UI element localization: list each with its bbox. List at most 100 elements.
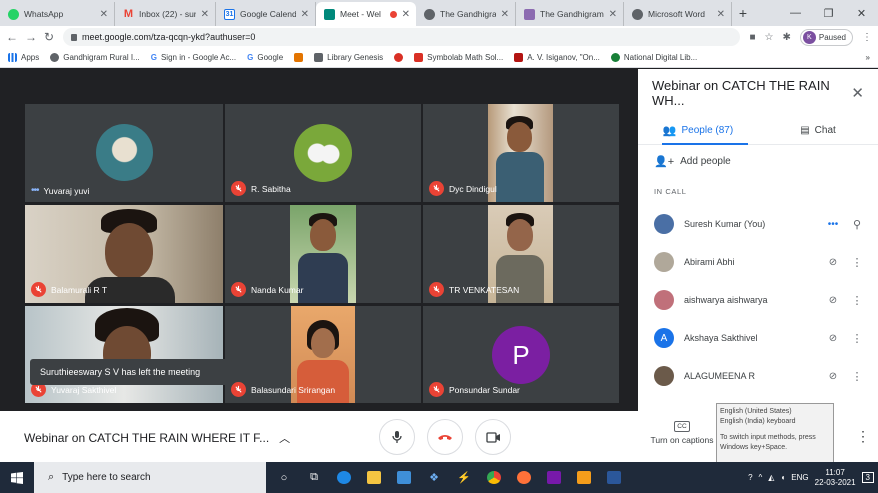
tab-chat[interactable]: ▤ Chat xyxy=(758,117,878,144)
reload-icon[interactable]: ↻ xyxy=(44,30,54,44)
volume-icon[interactable]: ◖ xyxy=(780,473,785,482)
chrome-icon[interactable] xyxy=(482,470,506,486)
bookmark-slides[interactable] xyxy=(294,53,304,62)
tab-whatsapp[interactable]: WhatsApp ✕ xyxy=(0,2,115,26)
captions-button[interactable]: CC Turn on captions xyxy=(645,420,719,445)
tab-people[interactable]: 👥 People (87) xyxy=(638,117,758,145)
notification-icon[interactable]: 3 xyxy=(861,472,874,483)
participant-tile[interactable]: Nanda Kumar xyxy=(225,205,421,303)
participant-tile[interactable]: Balamurali R T xyxy=(25,205,223,303)
help-icon[interactable]: ? xyxy=(748,473,752,482)
participant-video xyxy=(488,104,553,202)
bookmark-google[interactable]: G Google xyxy=(247,53,283,62)
participant-row[interactable]: Abirami Abhi ⊘ ⋮ xyxy=(638,243,878,281)
participant-tile[interactable]: R. Sabitha xyxy=(225,104,421,202)
end-call-button[interactable] xyxy=(427,419,463,455)
file-explorer-icon[interactable] xyxy=(362,470,386,486)
cortana-icon[interactable]: ○ xyxy=(272,470,296,486)
word-icon[interactable] xyxy=(602,470,626,486)
more-options-icon[interactable]: ⋮ xyxy=(850,294,864,307)
participant-tile[interactable]: TR VENKATESAN xyxy=(423,205,619,303)
globe-icon xyxy=(610,53,620,62)
menu-dots-icon[interactable]: ⋮ xyxy=(862,32,872,43)
chevron-up-icon[interactable]: ︿ xyxy=(279,430,290,446)
lightning-icon[interactable]: ⚡ xyxy=(452,470,476,486)
pdf-icon xyxy=(514,53,524,62)
window-controls: — ❐ ✕ xyxy=(779,0,878,26)
extensions-icon[interactable]: ✱ xyxy=(782,32,790,43)
close-icon[interactable]: ✕ xyxy=(402,9,410,20)
profile-button[interactable]: K Paused xyxy=(799,28,853,46)
forward-icon[interactable]: → xyxy=(25,30,37,44)
close-icon[interactable]: ✕ xyxy=(201,9,209,20)
bookmark-libgen[interactable]: Library Genesis xyxy=(314,53,383,62)
bookmark-apps[interactable]: Apps xyxy=(8,53,39,62)
bookmarks-overflow-button[interactable]: » xyxy=(866,53,870,62)
maximize-icon[interactable]: ❐ xyxy=(812,0,845,26)
participant-row[interactable]: Suresh Kumar (You) ••• ⚲ xyxy=(638,205,878,243)
more-options-icon[interactable]: ⋮ xyxy=(850,370,864,383)
participant-row[interactable]: aishwarya aishwarya ⊘ ⋮ xyxy=(638,281,878,319)
window-close-icon[interactable]: ✕ xyxy=(845,0,878,26)
mic-off-icon xyxy=(429,282,444,297)
clock[interactable]: 11:07 22-03-2021 xyxy=(815,468,856,488)
recording-icon xyxy=(389,10,397,18)
participant-tile[interactable]: ••• Yuvaraj yuvi xyxy=(25,104,223,202)
symbolab-icon xyxy=(414,53,424,62)
taskbar-search[interactable]: ⌕ Type here to search xyxy=(34,462,266,493)
speaking-indicator-icon: ••• xyxy=(827,218,839,230)
participant-row[interactable]: A Akshaya Sakthivel ⊘ ⋮ xyxy=(638,319,878,357)
bookmark-google-signin[interactable]: G Sign in - Google Ac... xyxy=(151,53,236,62)
url-field[interactable]: meet.google.com/tza-qcqn-ykd?authuser=0 xyxy=(63,28,741,46)
bookmark-gandhigram[interactable]: Gandhigram Rural I... xyxy=(50,53,140,62)
add-people-button[interactable]: 👤+ Add people xyxy=(638,145,878,177)
people-panel: Webinar on CATCH THE RAIN WH... ✕ 👥 Peop… xyxy=(638,69,878,411)
bookmark-symbolab[interactable]: Symbolab Math Sol... xyxy=(414,53,503,62)
participant-tile[interactable]: P Ponsundar Sundar xyxy=(423,306,619,403)
close-icon[interactable]: ✕ xyxy=(609,9,617,20)
add-person-icon: 👤+ xyxy=(654,155,675,168)
bookmark-isiganov[interactable]: A. V. Isiganov, "On... xyxy=(514,53,600,62)
participant-tile[interactable]: Dyc Dindigul xyxy=(423,104,619,202)
task-view-icon[interactable]: ⧉ xyxy=(302,470,326,486)
camera-permission-icon[interactable]: ■ xyxy=(749,32,755,43)
minimize-icon[interactable]: — xyxy=(779,0,812,26)
edge-icon[interactable] xyxy=(332,470,356,486)
firefox-icon[interactable] xyxy=(512,470,536,486)
app-icon[interactable] xyxy=(572,470,596,486)
more-options-icon[interactable]: ⋮ xyxy=(850,332,864,345)
tab-inbox[interactable]: M Inbox (22) - sura ✕ xyxy=(115,2,216,26)
bookmark-ndl[interactable]: National Digital Lib... xyxy=(610,53,697,62)
bookmark-site-icon xyxy=(394,53,404,62)
pin-icon[interactable]: ⚲ xyxy=(850,218,864,231)
microphone-button[interactable] xyxy=(379,419,415,455)
network-icon[interactable]: ◭ xyxy=(768,473,774,482)
mail-icon[interactable] xyxy=(392,470,416,486)
close-icon[interactable]: ✕ xyxy=(501,9,509,20)
tab-calendar[interactable]: 31 Google Calenda ✕ xyxy=(216,2,316,26)
star-icon[interactable]: ☆ xyxy=(765,32,774,43)
lang-indicator[interactable]: ENG xyxy=(791,473,808,482)
close-icon[interactable]: ✕ xyxy=(301,9,309,20)
onenote-icon[interactable] xyxy=(542,470,566,486)
camera-button[interactable] xyxy=(475,419,511,455)
more-options-icon[interactable]: ⋮ xyxy=(850,256,864,269)
tab-meet[interactable]: Meet - Wel ✕ xyxy=(316,2,416,26)
bookmark-red[interactable] xyxy=(394,53,404,62)
participant-tile[interactable]: Balasundari Srirangan xyxy=(225,306,421,403)
more-options-icon[interactable]: ⋮ xyxy=(856,428,870,445)
participant-tile[interactable]: Yuvaraj Sakthivel xyxy=(25,306,223,403)
back-icon[interactable]: ← xyxy=(6,30,18,44)
new-tab-button[interactable]: + xyxy=(732,5,754,21)
close-icon[interactable]: ✕ xyxy=(100,9,108,20)
tab-word[interactable]: Microsoft Word ✕ xyxy=(624,2,732,26)
close-icon[interactable]: ✕ xyxy=(717,9,725,20)
start-button[interactable] xyxy=(0,471,34,484)
close-icon[interactable]: ✕ xyxy=(851,84,864,102)
tab-gandhigram-2[interactable]: The Gandhigram ✕ xyxy=(516,2,624,26)
chevron-up-icon[interactable]: ^ xyxy=(759,473,763,482)
participant-row[interactable]: ALAGUMEENA R ⊘ ⋮ xyxy=(638,357,878,395)
avatar: A xyxy=(654,328,674,348)
dropbox-icon[interactable]: ❖ xyxy=(422,470,446,486)
tab-gandhigram-1[interactable]: The Gandhigram ✕ xyxy=(416,2,516,26)
